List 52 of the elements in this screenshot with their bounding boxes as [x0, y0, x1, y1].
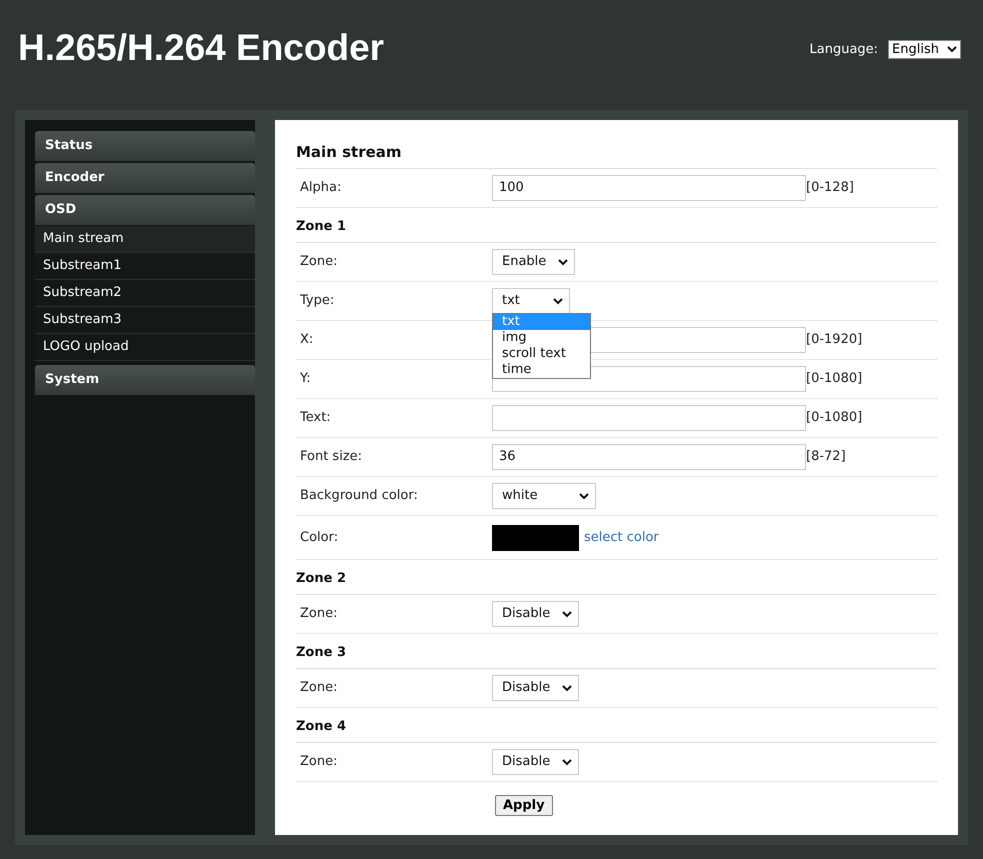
- field-label: Color:: [299, 528, 340, 547]
- field-label: Zone:: [299, 753, 338, 772]
- range-hint: [0-1920]: [806, 331, 862, 350]
- chevron-down-icon: [553, 298, 563, 304]
- select-dropdown[interactable]: Disable: [492, 601, 580, 627]
- language-select[interactable]: English: [888, 40, 961, 60]
- page-title: H.265/H.264 Encoder: [18, 26, 384, 70]
- select-dropdown[interactable]: Enable: [492, 249, 576, 275]
- section-heading: Main stream: [296, 142, 402, 164]
- select-dropdown[interactable]: white: [492, 483, 596, 509]
- select-dropdown[interactable]: Disable: [492, 749, 580, 775]
- apply-button[interactable]: Apply: [495, 795, 553, 816]
- language-label: Language:: [810, 41, 878, 59]
- field-label: Zone:: [299, 253, 338, 272]
- chevron-down-icon: [947, 46, 957, 54]
- field-label: Zone:: [299, 679, 338, 698]
- text-field[interactable]: [492, 405, 806, 431]
- color-swatch[interactable]: [492, 524, 579, 550]
- dropdown-option[interactable]: scroll text: [493, 346, 590, 362]
- dropdown-option[interactable]: time: [493, 362, 590, 378]
- field-label: X:: [299, 331, 314, 350]
- chevron-down-icon: [579, 492, 589, 500]
- field-label: Y:: [299, 370, 312, 388]
- range-hint: [0-128]: [806, 179, 854, 198]
- text-field[interactable]: 100: [492, 175, 806, 201]
- section-heading: Zone 1: [296, 218, 346, 236]
- range-hint: [0-1080]: [806, 409, 862, 428]
- chevron-down-icon: [562, 758, 572, 766]
- range-hint: [0-1080]: [806, 370, 862, 388]
- field-label: Font size:: [299, 448, 364, 466]
- section-heading: Zone 4: [296, 718, 346, 736]
- sidebar-section[interactable]: OSD: [35, 195, 255, 226]
- section-heading: Zone 3: [296, 644, 346, 662]
- field-label: Text:: [299, 409, 332, 428]
- field-label: Alpha:: [299, 179, 342, 198]
- text-field[interactable]: 36: [492, 444, 806, 470]
- select-dropdown[interactable]: txt: [492, 288, 570, 314]
- select-dropdown[interactable]: Disable: [492, 675, 580, 701]
- range-hint: [8-72]: [806, 448, 846, 466]
- chevron-down-icon: [562, 610, 572, 618]
- chevron-down-icon: [558, 258, 568, 266]
- field-label: Background color:: [299, 487, 419, 506]
- dropdown-option[interactable]: img: [493, 330, 590, 346]
- chevron-down-icon: [562, 684, 572, 692]
- sidebar-section[interactable]: Status: [35, 131, 255, 162]
- section-heading: Zone 2: [296, 570, 346, 588]
- select-color-link[interactable]: select color: [584, 528, 659, 548]
- sidebar-item[interactable]: Main stream: [35, 226, 255, 253]
- sidebar-section[interactable]: System: [35, 365, 255, 396]
- sidebar-section[interactable]: Encoder: [35, 163, 255, 194]
- field-label: Type:: [299, 292, 336, 310]
- field-label: Zone:: [299, 605, 338, 624]
